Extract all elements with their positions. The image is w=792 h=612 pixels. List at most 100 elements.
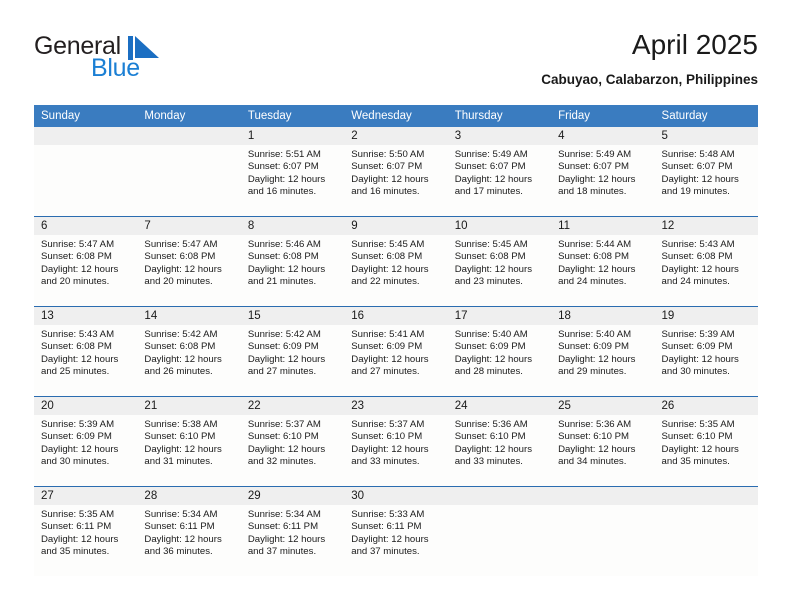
day-sun-details: Sunrise: 5:47 AM Sunset: 6:08 PM Dayligh… [144, 239, 222, 288]
day-number: 5 [654, 127, 758, 145]
day-cell-content: 14 Sunrise: 5:42 AM Sunset: 6:08 PM Dayli… [137, 307, 241, 396]
day-number: 16 [344, 307, 448, 325]
calendar-day-cell[interactable]: 21 Sunrise: 5:38 AM Sunset: 6:10 PM Dayli… [137, 396, 241, 487]
day-number: 23 [344, 397, 448, 415]
day-number: 11 [551, 217, 655, 235]
page-header: General Blue April 2025 Cabuyao, Calabar… [34, 28, 758, 90]
calendar-day-cell[interactable]: 26 Sunrise: 5:35 AM Sunset: 6:10 PM Dayli… [654, 396, 758, 487]
calendar-day-cell[interactable]: 15 Sunrise: 5:42 AM Sunset: 6:09 PM Dayli… [240, 306, 345, 397]
day-cell-content: 26 Sunrise: 5:35 AM Sunset: 6:10 PM Dayli… [654, 397, 758, 486]
day-number [137, 127, 241, 145]
calendar-day-cell[interactable]: 14 Sunrise: 5:42 AM Sunset: 6:08 PM Dayli… [137, 306, 241, 397]
day-cell-content: 12 Sunrise: 5:43 AM Sunset: 6:08 PM Dayli… [654, 217, 758, 306]
day-number: 22 [240, 397, 345, 415]
calendar-day-cell[interactable]: 23 Sunrise: 5:37 AM Sunset: 6:10 PM Dayli… [344, 396, 448, 487]
day-number: 14 [137, 307, 241, 325]
calendar-day-cell [137, 127, 241, 217]
calendar-day-cell[interactable]: 27 Sunrise: 5:35 AM Sunset: 6:11 PM Dayli… [34, 486, 138, 576]
day-cell-content [551, 487, 655, 576]
calendar-day-cell[interactable]: 28 Sunrise: 5:34 AM Sunset: 6:11 PM Dayli… [137, 486, 241, 576]
day-number: 20 [34, 397, 138, 415]
day-cell-content [34, 127, 138, 216]
day-cell-content: 9 Sunrise: 5:45 AM Sunset: 6:08 PM Daylig… [344, 217, 448, 306]
calendar-week-row: 20 Sunrise: 5:39 AM Sunset: 6:09 PM Dayli… [34, 396, 758, 487]
day-number: 25 [551, 397, 655, 415]
day-sun-details [655, 505, 758, 509]
day-sun-details: Sunrise: 5:36 AM Sunset: 6:10 PM Dayligh… [558, 419, 636, 468]
day-sun-details: Sunrise: 5:49 AM Sunset: 6:07 PM Dayligh… [454, 149, 533, 198]
calendar-day-cell[interactable]: 25 Sunrise: 5:36 AM Sunset: 6:10 PM Dayli… [551, 396, 655, 487]
day-cell-content: 15 Sunrise: 5:42 AM Sunset: 6:09 PM Dayli… [240, 307, 345, 396]
day-sun-details: Sunrise: 5:47 AM Sunset: 6:08 PM Dayligh… [41, 239, 119, 288]
weekday-header-monday: Monday [137, 105, 241, 127]
day-sun-details: Sunrise: 5:37 AM Sunset: 6:10 PM Dayligh… [351, 419, 429, 468]
calendar-day-cell[interactable]: 13 Sunrise: 5:43 AM Sunset: 6:08 PM Dayli… [34, 306, 138, 397]
calendar-day-cell[interactable]: 24 Sunrise: 5:36 AM Sunset: 6:10 PM Dayli… [447, 396, 552, 487]
day-sun-details [551, 505, 654, 509]
calendar-day-cell[interactable]: 19 Sunrise: 5:39 AM Sunset: 6:09 PM Dayli… [654, 306, 758, 397]
weekday-header-thursday: Thursday [447, 105, 552, 127]
calendar-day-cell [551, 486, 655, 576]
calendar-day-cell[interactable]: 7 Sunrise: 5:47 AM Sunset: 6:08 PM Daylig… [137, 216, 241, 307]
weekday-header-wednesday: Wednesday [344, 105, 448, 127]
weekday-header-saturday: Saturday [654, 105, 758, 127]
day-number [34, 127, 138, 145]
calendar-day-cell[interactable]: 22 Sunrise: 5:37 AM Sunset: 6:10 PM Dayli… [240, 396, 345, 487]
day-sun-details: Sunrise: 5:42 AM Sunset: 6:09 PM Dayligh… [247, 329, 326, 378]
day-cell-content [447, 487, 552, 576]
day-number: 3 [447, 127, 552, 145]
calendar-day-cell[interactable]: 5 Sunrise: 5:48 AM Sunset: 6:07 PM Daylig… [654, 127, 758, 217]
calendar-day-cell[interactable]: 1 Sunrise: 5:51 AM Sunset: 6:07 PM Daylig… [240, 127, 345, 217]
day-sun-details: Sunrise: 5:43 AM Sunset: 6:08 PM Dayligh… [661, 239, 739, 288]
weekday-header-tuesday: Tuesday [240, 105, 345, 127]
calendar-day-cell[interactable]: 10 Sunrise: 5:45 AM Sunset: 6:08 PM Dayli… [447, 216, 552, 307]
calendar-week-row: 27 Sunrise: 5:35 AM Sunset: 6:11 PM Dayli… [34, 486, 758, 576]
day-number: 17 [447, 307, 552, 325]
calendar-day-cell[interactable]: 9 Sunrise: 5:45 AM Sunset: 6:08 PM Daylig… [344, 216, 448, 307]
calendar-day-cell [34, 127, 138, 217]
general-blue-logo: General Blue [34, 32, 234, 88]
day-number: 1 [240, 127, 345, 145]
calendar-day-cell[interactable]: 29 Sunrise: 5:34 AM Sunset: 6:11 PM Dayli… [240, 486, 345, 576]
calendar-day-cell[interactable]: 30 Sunrise: 5:33 AM Sunset: 6:11 PM Dayli… [344, 486, 448, 576]
day-sun-details: Sunrise: 5:37 AM Sunset: 6:10 PM Dayligh… [247, 419, 326, 468]
day-cell-content [654, 487, 758, 576]
day-sun-details: Sunrise: 5:36 AM Sunset: 6:10 PM Dayligh… [454, 419, 533, 468]
calendar-day-cell[interactable]: 16 Sunrise: 5:41 AM Sunset: 6:09 PM Dayli… [344, 306, 448, 397]
day-cell-content: 11 Sunrise: 5:44 AM Sunset: 6:08 PM Dayli… [551, 217, 655, 306]
day-sun-details: Sunrise: 5:35 AM Sunset: 6:11 PM Dayligh… [41, 509, 119, 558]
day-cell-content: 10 Sunrise: 5:45 AM Sunset: 6:08 PM Dayli… [447, 217, 552, 306]
calendar-week-row: 13 Sunrise: 5:43 AM Sunset: 6:08 PM Dayli… [34, 306, 758, 397]
calendar-body: 1 Sunrise: 5:51 AM Sunset: 6:07 PM Daylig… [34, 127, 758, 576]
calendar-day-cell[interactable]: 3 Sunrise: 5:49 AM Sunset: 6:07 PM Daylig… [447, 127, 552, 217]
calendar-day-cell[interactable]: 20 Sunrise: 5:39 AM Sunset: 6:09 PM Dayli… [34, 396, 138, 487]
calendar-day-cell[interactable]: 11 Sunrise: 5:44 AM Sunset: 6:08 PM Dayli… [551, 216, 655, 307]
day-cell-content: 23 Sunrise: 5:37 AM Sunset: 6:10 PM Dayli… [344, 397, 448, 486]
calendar-day-cell[interactable]: 8 Sunrise: 5:46 AM Sunset: 6:08 PM Daylig… [240, 216, 345, 307]
day-cell-content: 24 Sunrise: 5:36 AM Sunset: 6:10 PM Dayli… [447, 397, 552, 486]
day-sun-details: Sunrise: 5:40 AM Sunset: 6:09 PM Dayligh… [558, 329, 636, 378]
day-cell-content: 20 Sunrise: 5:39 AM Sunset: 6:09 PM Dayli… [34, 397, 138, 486]
day-sun-details: Sunrise: 5:45 AM Sunset: 6:08 PM Dayligh… [454, 239, 533, 288]
day-number [551, 487, 655, 505]
calendar-day-cell[interactable]: 12 Sunrise: 5:43 AM Sunset: 6:08 PM Dayli… [654, 216, 758, 307]
calendar-day-cell[interactable]: 17 Sunrise: 5:40 AM Sunset: 6:09 PM Dayli… [447, 306, 552, 397]
day-number: 9 [344, 217, 448, 235]
day-number: 29 [240, 487, 345, 505]
day-cell-content: 30 Sunrise: 5:33 AM Sunset: 6:11 PM Dayli… [344, 487, 448, 576]
weekday-header-sunday: Sunday [34, 105, 138, 127]
day-number: 7 [137, 217, 241, 235]
day-sun-details: Sunrise: 5:50 AM Sunset: 6:07 PM Dayligh… [351, 149, 429, 198]
calendar-page: General Blue April 2025 Cabuyao, Calabar… [0, 0, 792, 612]
calendar-week-row: 6 Sunrise: 5:47 AM Sunset: 6:08 PM Daylig… [34, 216, 758, 307]
calendar-day-cell[interactable]: 2 Sunrise: 5:50 AM Sunset: 6:07 PM Daylig… [344, 127, 448, 217]
calendar-day-cell[interactable]: 6 Sunrise: 5:47 AM Sunset: 6:08 PM Daylig… [34, 216, 138, 307]
day-cell-content: 5 Sunrise: 5:48 AM Sunset: 6:07 PM Daylig… [654, 127, 758, 216]
calendar-day-cell[interactable]: 4 Sunrise: 5:49 AM Sunset: 6:07 PM Daylig… [551, 127, 655, 217]
calendar-day-cell[interactable]: 18 Sunrise: 5:40 AM Sunset: 6:09 PM Dayli… [551, 306, 655, 397]
title-block: April 2025 Cabuyao, Calabarzon, Philippi… [541, 28, 758, 90]
day-sun-details: Sunrise: 5:42 AM Sunset: 6:08 PM Dayligh… [144, 329, 222, 378]
day-cell-content: 4 Sunrise: 5:49 AM Sunset: 6:07 PM Daylig… [551, 127, 655, 216]
page-subtitle: Cabuyao, Calabarzon, Philippines [541, 72, 758, 87]
day-number: 10 [447, 217, 552, 235]
